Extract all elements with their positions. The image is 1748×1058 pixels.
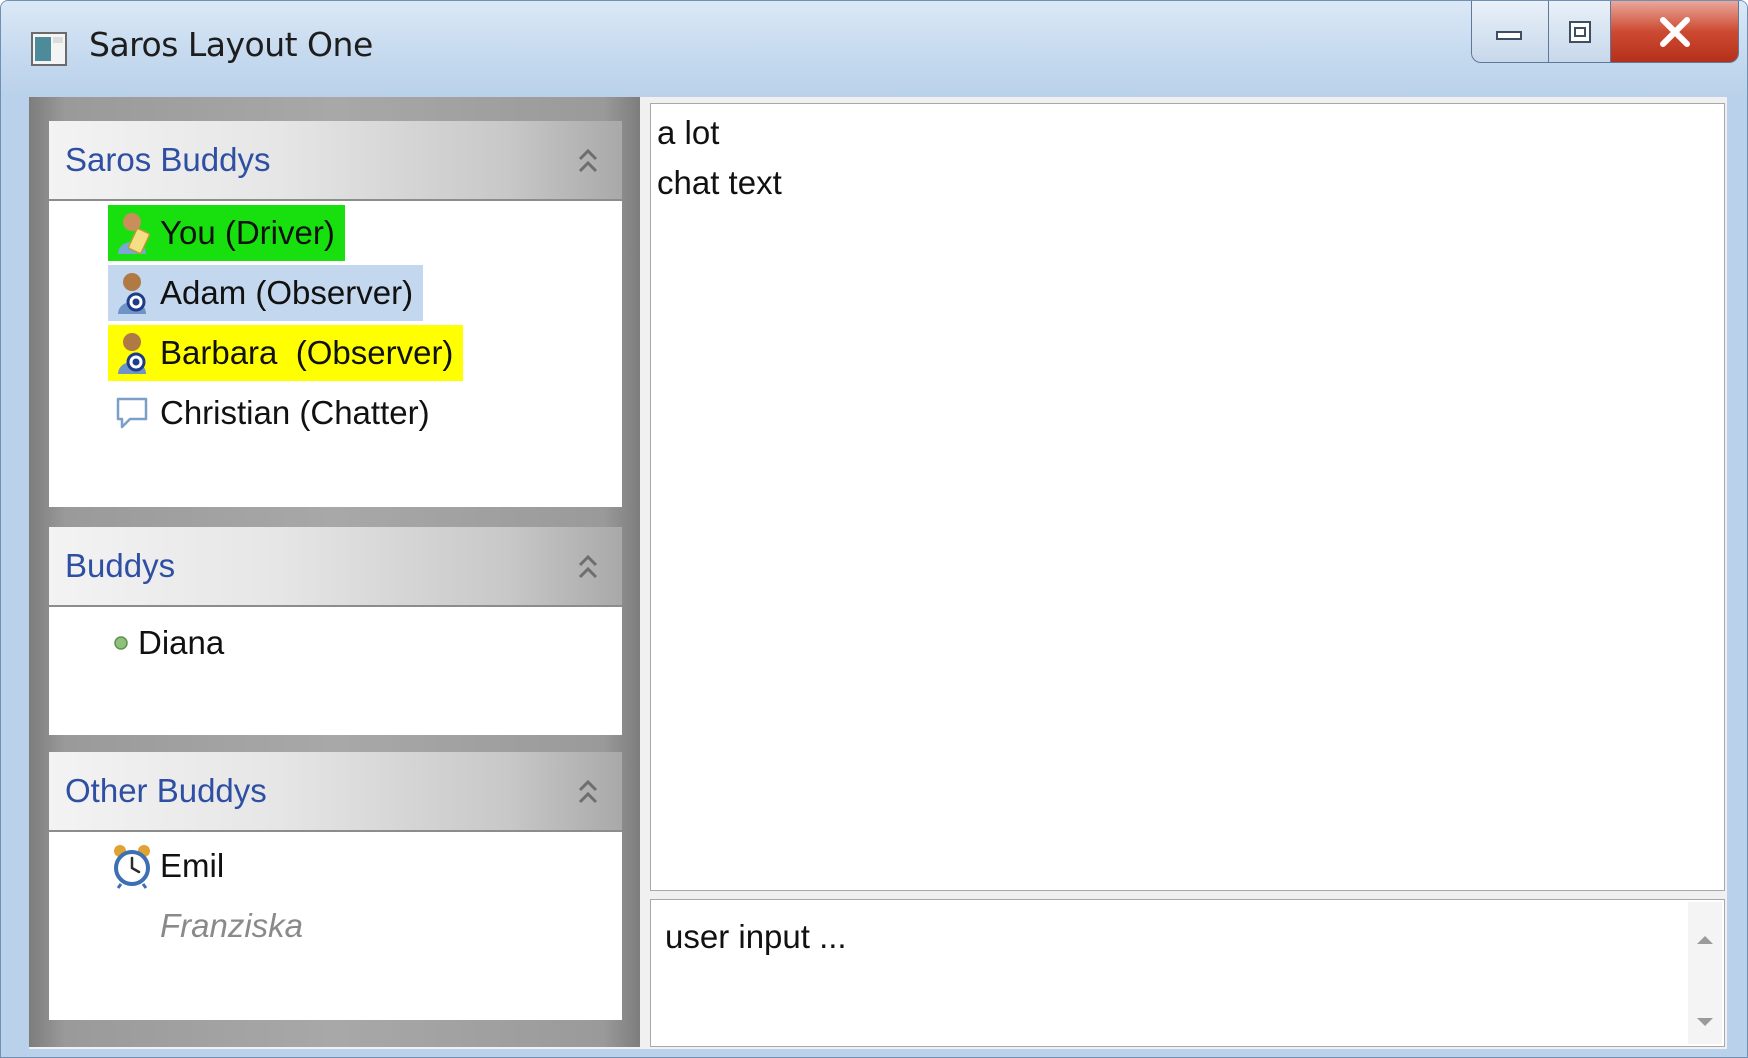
maximize-button[interactable] [1549, 1, 1611, 63]
buddy-item-diana[interactable]: Diana [108, 615, 234, 671]
chat-input-text: user input ... [665, 918, 847, 955]
driver-user-icon [108, 208, 156, 258]
section-header-saros-buddys[interactable]: Saros Buddys [49, 121, 622, 201]
section-body: Emil Franziska [49, 832, 622, 1020]
chat-history[interactable]: a lot chat text [650, 103, 1725, 891]
input-scrollbar[interactable] [1688, 902, 1722, 1044]
buddy-panel: Saros Buddys You (Driver) Adam (Observer… [29, 97, 640, 1047]
scroll-up-icon[interactable] [1697, 936, 1713, 944]
buddy-label: Christian (Chatter) [160, 394, 430, 431]
section-body: You (Driver) Adam (Observer) Barbara (Ob… [49, 201, 622, 507]
buddy-item-emil[interactable]: Emil [108, 838, 234, 894]
section-title: Other Buddys [65, 772, 267, 809]
section-body: Diana [49, 607, 622, 735]
buddy-label: Adam (Observer) [160, 274, 414, 311]
buddy-item-you[interactable]: You (Driver) [108, 205, 345, 261]
minimize-button[interactable] [1471, 1, 1549, 63]
chat-bubble-icon [108, 388, 156, 438]
scroll-down-icon[interactable] [1697, 1018, 1713, 1026]
window-title: Saros Layout One [89, 25, 373, 64]
chat-line: chat text [657, 164, 782, 201]
buddy-item-christian[interactable]: Christian (Chatter) [108, 385, 440, 441]
observer-user-icon [108, 268, 156, 318]
buddy-label: You (Driver) [160, 214, 335, 251]
window-controls [1471, 1, 1739, 65]
close-button[interactable] [1611, 1, 1739, 63]
buddy-item-franziska[interactable]: Franziska [156, 898, 313, 954]
buddy-label: Barbara (Observer) [160, 334, 454, 371]
close-icon [1659, 16, 1690, 47]
buddy-item-adam[interactable]: Adam (Observer) [108, 265, 424, 321]
chat-line: a lot [657, 114, 720, 151]
online-dot-icon [108, 618, 134, 668]
content-area: Saros Buddys You (Driver) Adam (Observer… [29, 97, 1727, 1049]
section-header-other-buddys[interactable]: Other Buddys [49, 752, 622, 832]
buddy-label: Diana [138, 624, 225, 661]
collapse-icon[interactable] [574, 547, 602, 587]
section-title: Saros Buddys [65, 141, 271, 178]
buddy-label: Emil [160, 847, 225, 884]
maximize-icon [1568, 20, 1591, 43]
collapse-icon[interactable] [574, 141, 602, 181]
minimize-icon [1496, 30, 1522, 40]
app-window: Saros Layout One Saros Buddys You (Drive… [0, 0, 1748, 1058]
title-bar[interactable]: Saros Layout One [1, 1, 1747, 97]
observer-user-icon [108, 328, 156, 378]
app-icon [31, 32, 67, 66]
section-other-buddys: Other Buddys Emil Franziska [49, 752, 622, 1020]
alarm-clock-icon [108, 841, 156, 891]
buddy-label: Franziska [160, 907, 304, 944]
section-buddys: Buddys Diana [49, 527, 622, 735]
collapse-icon[interactable] [574, 772, 602, 812]
section-header-buddys[interactable]: Buddys [49, 527, 622, 607]
buddy-item-barbara[interactable]: Barbara (Observer) [108, 325, 464, 381]
chat-input[interactable]: user input ... [650, 899, 1725, 1047]
section-title: Buddys [65, 547, 176, 584]
section-saros-buddys: Saros Buddys You (Driver) Adam (Observer… [49, 121, 622, 507]
